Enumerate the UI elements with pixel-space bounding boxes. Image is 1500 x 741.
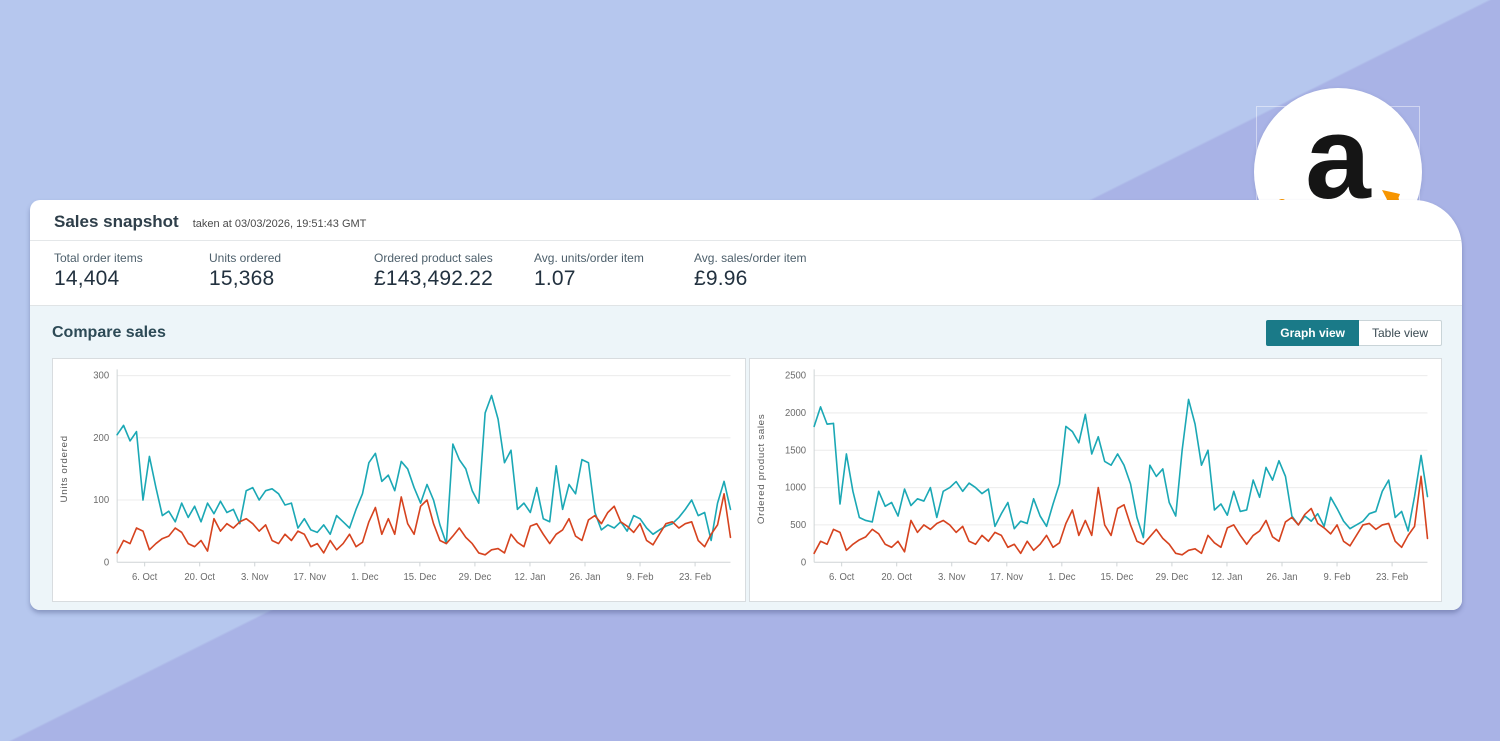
svg-text:1. Dec: 1. Dec [351,572,379,583]
svg-text:23. Feb: 23. Feb [1375,572,1407,583]
card-header: Sales snapshot taken at 03/03/2026, 19:5… [30,200,1462,241]
svg-text:9. Feb: 9. Feb [627,572,654,583]
stat-avg-sales-per-order: Avg. sales/order item £9.96 [694,251,807,291]
ordered-product-sales-chart-panel: 0 500 1000 1500 2000 2500 6. Oct 20. Oct 3. Nov 1… [749,358,1443,602]
svg-text:20. Oct: 20. Oct [184,572,215,583]
charts-row: 0 100 200 300 6. Oct 20. Oct 3. Nov 17. Nov 1. D… [52,358,1442,602]
svg-text:1. Dec: 1. Dec [1048,572,1076,583]
svg-text:26. Jan: 26. Jan [1266,572,1297,583]
stat-label: Total order items [54,251,209,265]
stat-value: £9.96 [694,267,807,291]
svg-text:300: 300 [93,371,109,382]
snapshot-timestamp: taken at 03/03/2026, 19:51:43 GMT [193,218,367,230]
units-ordered-chart: 0 100 200 300 6. Oct 20. Oct 3. Nov 17. Nov 1. D… [53,359,745,601]
svg-text:15. Dec: 15. Dec [403,572,436,583]
stat-value: 15,368 [209,267,374,291]
graph-view-button[interactable]: Graph view [1266,320,1359,346]
page-background: a Sales snapshot taken at 03/03/2026, 19… [0,0,1500,741]
stat-units-ordered: Units ordered 15,368 [209,251,374,291]
svg-text:1000: 1000 [784,483,805,494]
view-toggle: Graph view Table view [1266,320,1442,346]
stat-value: 1.07 [534,267,694,291]
svg-text:23. Feb: 23. Feb [679,572,711,583]
svg-text:0: 0 [800,558,805,569]
svg-text:6. Oct: 6. Oct [828,572,854,583]
svg-text:9. Feb: 9. Feb [1323,572,1350,583]
stat-value: £143,492.22 [374,267,534,291]
svg-text:Units ordered: Units ordered [59,436,70,503]
svg-text:0: 0 [104,558,109,569]
compare-sales-section: Compare sales Graph view Table view 0 100… [30,306,1462,610]
svg-text:2000: 2000 [784,408,805,419]
svg-text:17. Nov: 17. Nov [990,572,1023,583]
sales-snapshot-card: Sales snapshot taken at 03/03/2026, 19:5… [30,200,1462,610]
svg-text:17. Nov: 17. Nov [293,572,326,583]
svg-text:Ordered product sales: Ordered product sales [756,414,767,524]
units-ordered-chart-panel: 0 100 200 300 6. Oct 20. Oct 3. Nov 17. Nov 1. D… [52,358,746,602]
svg-text:29. Dec: 29. Dec [1155,572,1188,583]
stat-label: Ordered product sales [374,251,534,265]
stat-label: Units ordered [209,251,374,265]
svg-text:6. Oct: 6. Oct [132,572,158,583]
compare-sales-title: Compare sales [52,324,166,342]
page-title: Sales snapshot [54,212,179,232]
compare-sales-header: Compare sales Graph view Table view [52,320,1442,346]
svg-text:500: 500 [790,520,806,531]
svg-text:1500: 1500 [784,446,805,457]
svg-text:26. Jan: 26. Jan [569,572,600,583]
table-view-button[interactable]: Table view [1359,320,1442,346]
stats-row: Total order items 14,404 Units ordered 1… [30,241,1462,306]
stat-total-order-items: Total order items 14,404 [54,251,209,291]
svg-text:20. Oct: 20. Oct [881,572,912,583]
stat-value: 14,404 [54,267,209,291]
svg-text:15. Dec: 15. Dec [1100,572,1133,583]
svg-text:3. Nov: 3. Nov [938,572,966,583]
svg-text:3. Nov: 3. Nov [241,572,269,583]
svg-text:200: 200 [93,433,109,444]
svg-text:12. Jan: 12. Jan [514,572,545,583]
svg-text:2500: 2500 [784,371,805,382]
stat-label: Avg. units/order item [534,251,694,265]
svg-text:12. Jan: 12. Jan [1211,572,1242,583]
svg-text:100: 100 [93,495,109,506]
ordered-product-sales-chart: 0 500 1000 1500 2000 2500 6. Oct 20. Oct 3. Nov 1… [750,359,1442,601]
stat-ordered-product-sales: Ordered product sales £143,492.22 [374,251,534,291]
stat-avg-units-per-order: Avg. units/order item 1.07 [534,251,694,291]
svg-text:29. Dec: 29. Dec [459,572,492,583]
stat-label: Avg. sales/order item [694,251,807,265]
